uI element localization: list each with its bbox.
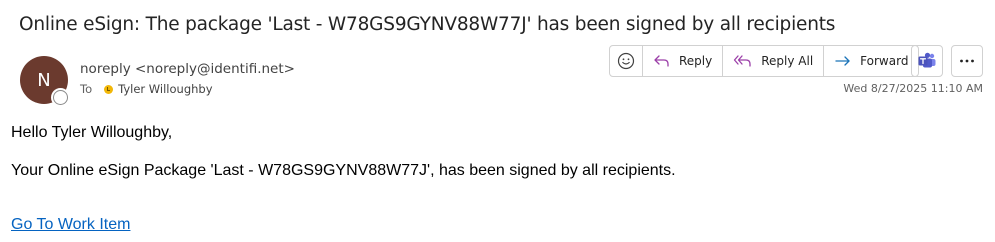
to-row: To Tyler Willoughby (80, 82, 213, 96)
more-options-button[interactable] (951, 45, 983, 77)
forward-label: Forward (860, 54, 909, 68)
greeting-text: Hello Tyler Willoughby, (11, 124, 173, 141)
teams-button[interactable] (911, 45, 943, 77)
emoji-icon (617, 52, 635, 70)
subject-line: Online eSign: The package 'Last - W78GS9… (19, 14, 836, 35)
avatar-initial: N (37, 69, 51, 91)
sender-address[interactable]: noreply <noreply@identifi.net> (80, 61, 295, 77)
emoji-reaction-button[interactable] (610, 46, 643, 76)
teams-icon (918, 52, 936, 68)
message-text: Your Online eSign Package 'Last - W78GS9… (11, 162, 676, 179)
message-actions: Reply Reply All Forward (609, 45, 920, 77)
to-label: To (80, 82, 93, 96)
reply-button[interactable]: Reply (643, 46, 724, 76)
forward-button[interactable]: Forward (824, 46, 918, 76)
presence-status-icon (53, 90, 68, 105)
reply-label: Reply (679, 54, 713, 68)
reply-all-label: Reply All (761, 54, 814, 68)
away-status-icon (104, 84, 114, 94)
reply-all-button[interactable]: Reply All (723, 46, 825, 76)
received-date: Wed 8/27/2025 11:10 AM (843, 82, 983, 95)
more-options-icon (960, 59, 974, 63)
reply-all-icon (734, 55, 751, 67)
reply-icon (654, 55, 669, 67)
go-to-work-item-link[interactable]: Go To Work Item (11, 216, 130, 234)
recipient-name[interactable]: Tyler Willoughby (118, 82, 212, 96)
forward-icon (835, 56, 850, 66)
